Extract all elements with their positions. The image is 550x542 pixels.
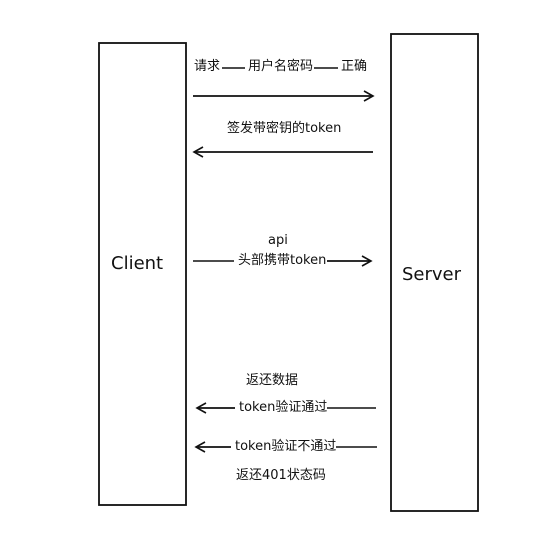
token-invalid-label: token验证不通过 — [235, 439, 337, 454]
token-valid-label: token验证通过 — [239, 400, 328, 415]
return-data-label: 返还数据 — [246, 373, 299, 388]
api-header-label: 头部携带token — [238, 253, 327, 268]
token-issued-label: 签发带密钥的token — [227, 121, 342, 136]
request-label-right: 正确 — [341, 59, 368, 74]
client-label: Client — [111, 253, 164, 274]
api-label: api — [268, 233, 288, 248]
request-label-left: 请求 — [194, 59, 221, 74]
return-401-label: 返还401状态码 — [236, 468, 326, 483]
server-label: Server — [402, 264, 462, 285]
sequence-diagram — [98, 33, 479, 512]
request-label-mid: 用户名密码 — [248, 59, 314, 74]
